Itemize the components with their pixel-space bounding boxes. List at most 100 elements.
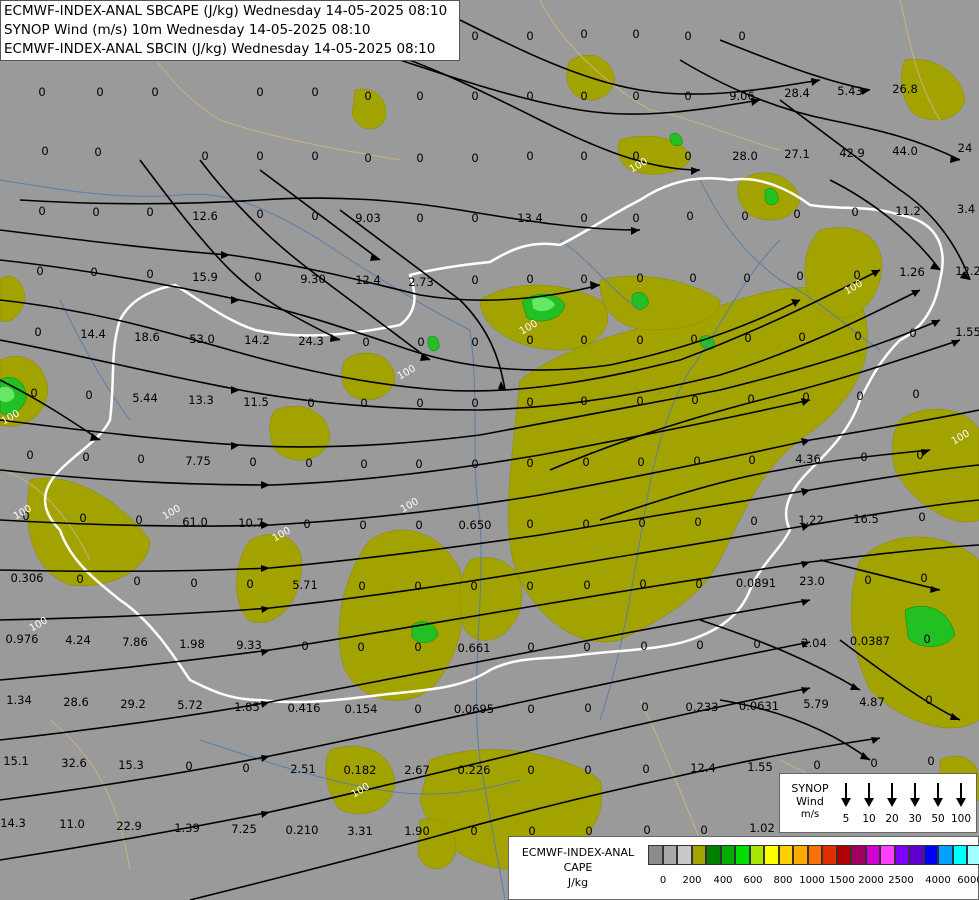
title-line-wind: SYNOP Wind (m/s) 10m Wednesday 14-05-202…: [4, 22, 371, 38]
value-label: 0: [580, 27, 587, 41]
value-label: 13.3: [188, 393, 214, 407]
value-label: 5.72: [177, 698, 203, 712]
cape-swatch: [822, 845, 837, 865]
value-label: 0: [912, 387, 919, 401]
value-label: 1.55: [747, 760, 773, 774]
value-label: 0: [415, 518, 422, 532]
value-label: 0.650: [459, 518, 492, 532]
value-label: 0: [684, 89, 691, 103]
value-label: 18.6: [134, 330, 160, 344]
value-label: 0: [527, 640, 534, 654]
value-label: 0: [694, 515, 701, 529]
value-label: 0: [580, 211, 587, 225]
value-label: 0.661: [458, 641, 491, 655]
value-label: 2.73: [408, 275, 434, 289]
value-label: 9.30: [300, 272, 326, 286]
value-label: 0: [851, 205, 858, 219]
value-label: 0: [303, 517, 310, 531]
value-label: 28.6: [63, 695, 89, 709]
cape-swatch: [720, 845, 735, 865]
value-label: 0: [583, 640, 590, 654]
value-label: 0: [360, 457, 367, 471]
value-label: 0: [636, 333, 643, 347]
value-label: 0: [79, 511, 86, 525]
value-label: 32.6: [61, 756, 87, 770]
title-line-cin: ECMWF-INDEX-ANAL SBCIN (J/kg) Wednesday …: [4, 41, 436, 57]
cape-swatch: [880, 845, 895, 865]
value-label: 0: [414, 640, 421, 654]
value-label: 0: [82, 450, 89, 464]
value-label: 0: [85, 388, 92, 402]
value-label: 0: [632, 27, 639, 41]
value-label: 0: [146, 267, 153, 281]
value-label: 0: [584, 763, 591, 777]
value-label: 44.0: [892, 144, 918, 158]
cape-legend-label: ECMWF-INDEX-ANAL CAPE J/kg: [513, 845, 643, 890]
value-label: 3.4: [957, 202, 975, 216]
cape-legend-title: ECMWF-INDEX-ANAL: [521, 846, 635, 859]
value-label: 5.79: [803, 697, 829, 711]
value-label: 0: [527, 763, 534, 777]
value-label: 10.7: [238, 516, 264, 530]
value-label: 0.416: [288, 701, 321, 715]
cape-swatch: [967, 845, 979, 865]
cape-tick-label: 0: [659, 875, 667, 886]
cape-color-swatches: [648, 845, 979, 865]
value-label: 42.9: [839, 146, 865, 160]
wind-speed-label: 50: [931, 813, 945, 825]
value-label: 29.2: [120, 697, 146, 711]
value-label: 0: [693, 454, 700, 468]
value-label: 1.55: [955, 325, 979, 339]
cape-swatch: [807, 845, 822, 865]
value-label: 0: [135, 513, 142, 527]
value-label: 0: [526, 517, 533, 531]
value-label: 61.0: [182, 515, 208, 529]
value-label: 5.71: [292, 578, 318, 592]
wind-speed-label: 10: [862, 813, 876, 825]
value-label: 0: [471, 89, 478, 103]
cape-swatch: [691, 845, 706, 865]
value-label: 0: [92, 205, 99, 219]
value-label: 0: [526, 272, 533, 286]
value-label: 0: [856, 389, 863, 403]
synop-legend-title: SYNOP: [791, 782, 829, 795]
cape-swatch: [894, 845, 909, 865]
cape-swatch: [865, 845, 880, 865]
down-arrow-icon: [841, 783, 851, 807]
value-label: 0: [311, 85, 318, 99]
value-label: 1.22: [798, 513, 824, 527]
value-label: 0: [30, 386, 37, 400]
cape-swatch: [938, 845, 953, 865]
cape-swatch: [836, 845, 851, 865]
value-label: 3.31: [347, 824, 373, 838]
value-label: 0: [796, 269, 803, 283]
down-arrow-icon: [864, 783, 874, 807]
value-label: 0: [526, 395, 533, 409]
value-label: 0: [305, 456, 312, 470]
down-arrow-icon: [910, 783, 920, 807]
value-label: 0: [256, 149, 263, 163]
value-label: 0: [691, 393, 698, 407]
value-label: 0: [632, 211, 639, 225]
value-label: 0: [416, 211, 423, 225]
cape-swatch: [662, 845, 677, 865]
value-label: 53.0: [189, 332, 215, 346]
value-label: 0: [923, 632, 930, 646]
cape-color-legend: ECMWF-INDEX-ANAL CAPE J/kg 0 200 400 600 800…: [508, 836, 979, 900]
value-label: 9.33: [236, 638, 262, 652]
value-label: 7.86: [122, 635, 148, 649]
cape-swatch: [793, 845, 808, 865]
value-label: 15.3: [118, 758, 144, 772]
value-label: 0: [580, 333, 587, 347]
value-label: 0: [360, 396, 367, 410]
cape-tick-label: 6000: [957, 875, 979, 886]
value-label: 0: [470, 824, 477, 838]
cape-legend-unit: J/kg: [567, 876, 589, 889]
value-label: 26.8: [892, 82, 918, 96]
value-label: 0: [743, 271, 750, 285]
value-label: 0: [700, 823, 707, 837]
value-label: 14.4: [80, 327, 106, 341]
value-label: 0: [471, 457, 478, 471]
synop-legend-unit: m/s: [800, 809, 820, 820]
cape-swatch: [706, 845, 721, 865]
